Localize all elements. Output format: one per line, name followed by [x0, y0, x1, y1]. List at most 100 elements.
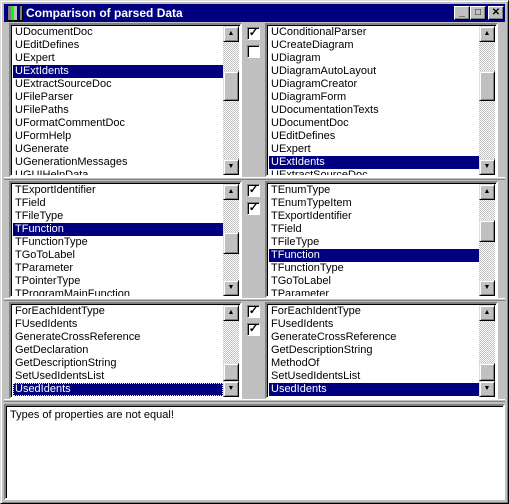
scroll-up-arrow-icon[interactable]: ▲	[223, 184, 239, 200]
list-item[interactable]: ForEachIdentType	[13, 305, 223, 318]
list-item[interactable]: FUsedIdents	[13, 318, 223, 331]
panel-3-right-list[interactable]: ForEachIdentType FUsedIdents GenerateCross…	[265, 302, 498, 399]
vertical-scrollbar[interactable]: ▲ ▼	[479, 26, 495, 175]
list-item[interactable]: TFunctionType	[269, 262, 479, 275]
panel-1-checkbox-1[interactable]: ✓	[247, 27, 260, 40]
panel-2-checkbox-1[interactable]: ✓	[247, 184, 260, 197]
panel-splitter[interactable]	[4, 399, 505, 402]
list-item[interactable]: UGenerationMessages	[13, 156, 223, 169]
scroll-down-arrow-icon[interactable]: ▼	[223, 280, 239, 296]
list-item[interactable]: UConditionalParser	[269, 26, 479, 39]
list-item[interactable]: FUsedIdents	[269, 318, 479, 331]
list-item[interactable]: ForEachIdentType	[269, 305, 479, 318]
list-item[interactable]: SetUsedIdentsList	[269, 370, 479, 383]
scroll-thumb[interactable]	[223, 232, 239, 254]
scroll-down-arrow-icon[interactable]: ▼	[479, 381, 495, 397]
list-item[interactable]: UsedIdents	[269, 383, 479, 396]
list-item[interactable]: UExtractSourceDoc	[269, 169, 479, 175]
list-item[interactable]: TEnumTypeItem	[269, 197, 479, 210]
list-item[interactable]: GetDescriptionString	[13, 357, 223, 370]
panel-1-checkbox-2[interactable]	[247, 45, 260, 58]
list-item[interactable]: TFunctionType	[13, 236, 223, 249]
list-item[interactable]: UFilePaths	[13, 104, 223, 117]
maximize-button[interactable]: □	[470, 6, 486, 20]
list-item[interactable]: SetUsedIdentsList	[13, 370, 223, 383]
minimize-button[interactable]: _	[454, 6, 470, 20]
list-item[interactable]: UExtractSourceDoc	[13, 78, 223, 91]
list-item[interactable]: UDocumentationTexts	[269, 104, 479, 117]
list-item[interactable]: TParameter	[269, 288, 479, 296]
close-button[interactable]: ✕	[488, 6, 504, 20]
scroll-thumb[interactable]	[479, 71, 495, 101]
list-item[interactable]: GetDescriptionString	[269, 344, 479, 357]
list-item[interactable]: UEditDefines	[269, 130, 479, 143]
list-item[interactable]: TFunction	[269, 249, 479, 262]
list-item[interactable]: GetDeclaration	[13, 344, 223, 357]
list-item[interactable]: TExportIdentifier	[269, 210, 479, 223]
list-item[interactable]: UFormHelp	[13, 130, 223, 143]
list-item[interactable]: UDiagramCreator	[269, 78, 479, 91]
list-item[interactable]: UExpert	[13, 52, 223, 65]
scroll-thumb[interactable]	[479, 220, 495, 242]
panel-3-checkbox-1[interactable]: ✓	[247, 305, 260, 318]
list-item[interactable]: UGenerate	[13, 143, 223, 156]
list-item[interactable]: TProgramMainFunction	[13, 288, 223, 296]
list-item[interactable]: TGoToLabel	[269, 275, 479, 288]
scroll-down-arrow-icon[interactable]: ▼	[479, 280, 495, 296]
vertical-scrollbar[interactable]: ▲ ▼	[479, 184, 495, 296]
list-item[interactable]: TFunction	[13, 223, 223, 236]
list-item[interactable]: TField	[269, 223, 479, 236]
panel-1-right-list[interactable]: UConditionalParser UCreateDiagram UDiagram…	[265, 23, 498, 177]
vertical-scrollbar[interactable]: ▲ ▼	[223, 305, 239, 397]
vertical-scrollbar[interactable]: ▲ ▼	[479, 305, 495, 397]
list-item[interactable]: UFormatCommentDoc	[13, 117, 223, 130]
scroll-down-arrow-icon[interactable]: ▼	[223, 381, 239, 397]
list-item[interactable]: UGUIHelpData	[13, 169, 223, 175]
list-item[interactable]: UDocumentDoc	[269, 117, 479, 130]
panel-2-checkbox-2[interactable]: ✓	[247, 202, 260, 215]
list-item[interactable]: UExpert	[269, 143, 479, 156]
scroll-up-arrow-icon[interactable]: ▲	[479, 184, 495, 200]
list-item[interactable]: UDiagramForm	[269, 91, 479, 104]
scroll-down-arrow-icon[interactable]: ▼	[479, 159, 495, 175]
list-item[interactable]: UEditDefines	[13, 39, 223, 52]
panel-2-left-list[interactable]: TExportIdentifier TField TFileType TFunctio…	[9, 181, 242, 298]
panel-3-left-list[interactable]: ForEachIdentType FUsedIdents GenerateCross…	[9, 302, 242, 399]
list-item[interactable]: UDiagramAutoLayout	[269, 65, 479, 78]
list-item[interactable]: TFileType	[13, 210, 223, 223]
list-item[interactable]: GenerateCrossReference	[269, 331, 479, 344]
scroll-thumb[interactable]	[223, 71, 239, 101]
scroll-down-arrow-icon[interactable]: ▼	[223, 159, 239, 175]
scroll-up-arrow-icon[interactable]: ▲	[223, 305, 239, 321]
list-item[interactable]: UFileParser	[13, 91, 223, 104]
list-item[interactable]: TParameter	[13, 262, 223, 275]
list-item[interactable]: TGoToLabel	[13, 249, 223, 262]
scroll-up-arrow-icon[interactable]: ▲	[479, 305, 495, 321]
list-item[interactable]: TField	[13, 197, 223, 210]
panel-1-left-list[interactable]: UDocumentDoc UEditDefines UExpert UExtIdent…	[9, 23, 242, 177]
list-item[interactable]: UsedIdents	[13, 383, 223, 396]
message-memo[interactable]: Types of properties are not equal!	[4, 404, 505, 500]
list-item[interactable]: MethodOf	[269, 357, 479, 370]
list-item[interactable]: UDiagram	[269, 52, 479, 65]
list-item[interactable]: UCreateDiagram	[269, 39, 479, 52]
app-icon[interactable]	[7, 5, 23, 21]
list-item[interactable]: TFileType	[269, 236, 479, 249]
vertical-scrollbar[interactable]: ▲ ▼	[223, 184, 239, 296]
list-item[interactable]: UDocumentDoc	[13, 26, 223, 39]
panel-splitter[interactable]	[4, 298, 505, 301]
list-item[interactable]: TEnumType	[269, 184, 479, 197]
panel-2-right-list[interactable]: TEnumType TEnumTypeItem TExportIdentifier T…	[265, 181, 498, 298]
list-item[interactable]: TExportIdentifier	[13, 184, 223, 197]
list-item[interactable]: TPointerType	[13, 275, 223, 288]
list-item[interactable]: UExtIdents	[269, 156, 479, 169]
title-bar[interactable]: Comparison of parsed Data _ □ ✕	[4, 4, 505, 22]
list-item[interactable]: UExtIdents	[13, 65, 223, 78]
panel-3-checkbox-2[interactable]: ✓	[247, 323, 260, 336]
list-item[interactable]: GenerateCrossReference	[13, 331, 223, 344]
vertical-scrollbar[interactable]: ▲ ▼	[223, 26, 239, 175]
scroll-thumb[interactable]	[223, 363, 239, 381]
scroll-up-arrow-icon[interactable]: ▲	[479, 26, 495, 42]
scroll-thumb[interactable]	[479, 363, 495, 381]
scroll-up-arrow-icon[interactable]: ▲	[223, 26, 239, 42]
